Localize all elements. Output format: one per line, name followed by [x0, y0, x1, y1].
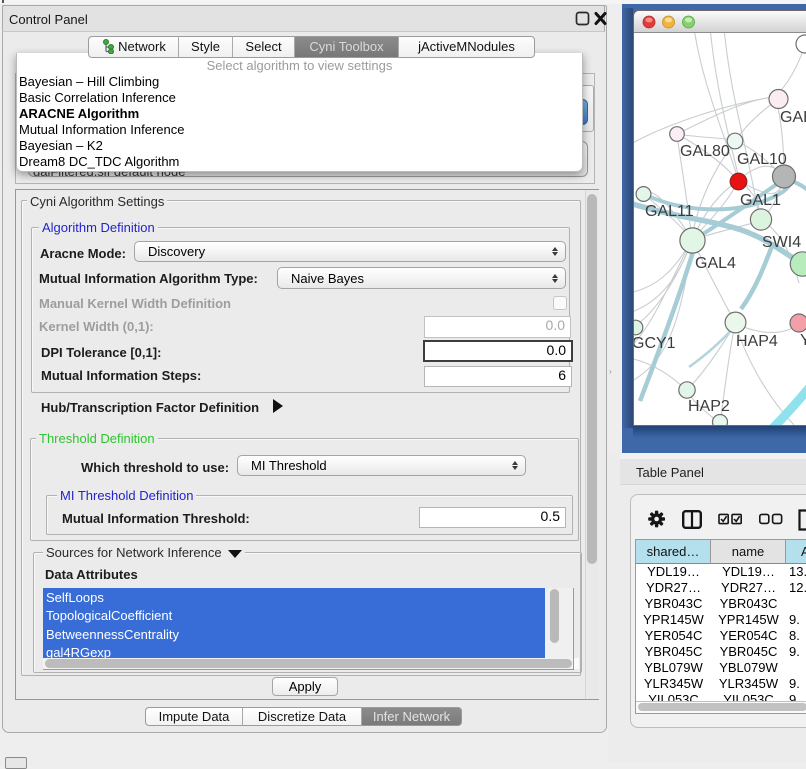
svg-text:Y: Y — [800, 332, 806, 349]
svg-text:HAP4: HAP4 — [736, 333, 778, 350]
svg-text:GAL80: GAL80 — [680, 143, 730, 160]
svg-text:GAL4: GAL4 — [695, 255, 736, 272]
svg-text:GAL10: GAL10 — [737, 151, 787, 168]
svg-text:HAP2: HAP2 — [688, 398, 730, 415]
svg-text:GAL1: GAL1 — [740, 192, 781, 209]
svg-text:GAL11: GAL11 — [645, 203, 694, 220]
svg-text:SWI4: SWI4 — [762, 234, 801, 251]
svg-text:GAL: GAL — [780, 109, 806, 126]
svg-text:GCY1: GCY1 — [634, 335, 676, 352]
